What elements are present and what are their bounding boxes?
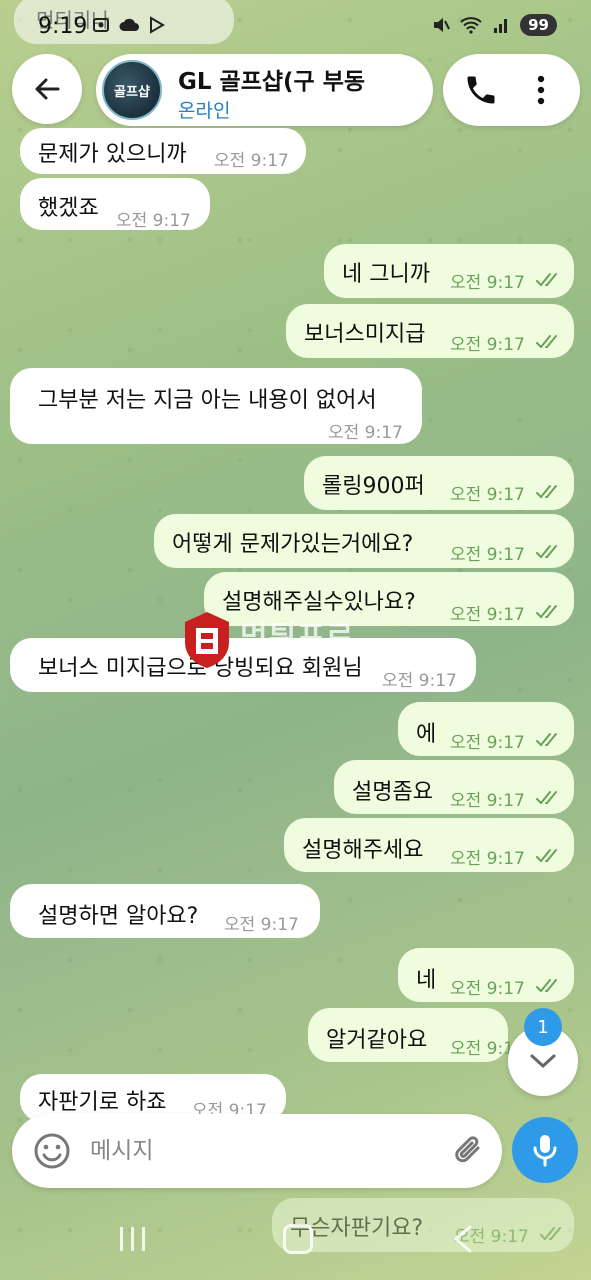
double-check-icon: [536, 335, 557, 349]
play-store-icon: [150, 16, 165, 34]
message-time: 오전 9:17: [224, 915, 299, 935]
double-check-icon: [536, 791, 557, 805]
incoming-message[interactable]: 그부분 저는 지금 아는 내용이 없어서오전 9:17: [10, 368, 422, 444]
message-time: 오전 9:1: [450, 1039, 515, 1059]
double-check-icon: [536, 273, 557, 287]
double-check-icon: [536, 733, 557, 747]
cloud-icon: [119, 18, 139, 31]
paperclip-icon[interactable]: [450, 1132, 488, 1170]
message-time: 오전 9:17: [450, 485, 525, 505]
message-time: 오전 9:17: [450, 605, 525, 625]
recent-apps-icon[interactable]: [116, 1224, 150, 1254]
chat-title: GL 골프샵(구 부동: [178, 69, 366, 95]
outgoing-message[interactable]: 네 오전 9:17: [398, 948, 574, 1002]
message-text: 롤링900퍼: [322, 474, 425, 499]
double-check-icon: [536, 979, 557, 993]
status-notification-icons: [92, 16, 166, 34]
double-check-icon: [536, 485, 557, 499]
message-composer: [12, 1114, 502, 1188]
outgoing-message[interactable]: 보너스미지급오전 9:17: [286, 304, 574, 358]
online-status: 온라인: [178, 100, 231, 122]
avatar[interactable]: 골프샵: [102, 60, 162, 120]
message-text: 네: [416, 968, 437, 993]
outgoing-message[interactable]: 설명좀요 오전 9:17: [334, 760, 574, 814]
message-time: 오전 9:17: [382, 671, 457, 691]
status-right-icons: 99: [432, 14, 557, 36]
wifi-icon: [460, 17, 482, 34]
incoming-message[interactable]: 설명하면 알아요? 오전 9:17: [10, 884, 320, 938]
message-time: 오전 9:17: [214, 151, 289, 171]
outgoing-message[interactable]: 롤링900퍼 오전 9:17: [304, 456, 574, 510]
outgoing-message[interactable]: 에 오전 9:17: [398, 702, 574, 756]
header-actions: [443, 54, 580, 126]
back-button[interactable]: [12, 54, 82, 124]
signal-icon: [494, 19, 508, 33]
message-text: 설명하면 알아요?: [38, 904, 199, 929]
message-text: 설명좀요: [352, 780, 433, 805]
message-time: 오전 9:17: [450, 849, 525, 869]
screenshot-icon: [93, 18, 109, 32]
message-time: 오전 9:17: [450, 733, 525, 753]
double-check-icon: [540, 1227, 561, 1241]
message-time: 오전 9:17: [450, 979, 525, 999]
double-check-icon: [536, 545, 557, 559]
microphone-icon: [533, 1135, 557, 1167]
message-text: 그부분 저는 지금 아는 내용이 없어서: [38, 388, 377, 413]
message-input[interactable]: [90, 1128, 420, 1174]
watermark-text: 먹튀프로: [240, 620, 355, 655]
outgoing-message[interactable]: 네 그니까 오전 9:17: [324, 244, 574, 298]
message-text: 자판기로 하죠: [38, 1090, 167, 1115]
message-time: 오전 9:17: [116, 211, 191, 231]
incoming-message[interactable]: 했겠죠오전 9:17: [20, 178, 210, 231]
unread-count-badge: 1: [524, 1008, 562, 1046]
more-vert-icon[interactable]: [529, 72, 553, 108]
status-time: 9:19: [38, 14, 88, 39]
incoming-message[interactable]: 문제가 있으니까 오전 9:17: [20, 128, 306, 174]
message-text: 했겠죠: [38, 196, 99, 221]
double-check-icon: [536, 605, 557, 619]
message-text: 알거같아요: [326, 1028, 428, 1053]
outgoing-message[interactable]: 알거같아요 오전 9:1: [308, 1008, 514, 1062]
home-button[interactable]: [283, 1224, 313, 1254]
message-time: 오전 9:17: [450, 545, 525, 565]
message-text: 어떻게 문제가있는거에요?: [172, 532, 414, 557]
message-time: 오전 9:17: [450, 335, 525, 355]
arrow-left-icon: [35, 78, 60, 100]
battery-badge: 99: [520, 14, 557, 36]
watermark-logo-icon: [185, 612, 229, 668]
message-text: 네 그니까: [342, 262, 430, 287]
message-time: 오전 9:17: [328, 423, 403, 443]
message-time: 오전 9:17: [450, 791, 525, 811]
mute-icon: [434, 18, 451, 32]
phone-icon[interactable]: [463, 72, 499, 108]
message-text: 보너스미지급: [304, 322, 426, 347]
outgoing-message[interactable]: 어떻게 문제가있는거에요? 오전 9:17: [154, 514, 574, 568]
outgoing-message[interactable]: 무슨자판기요? 오전 9:17: [272, 1198, 574, 1252]
chat-header[interactable]: 골프샵 GL 골프샵(구 부동 온라인: [96, 54, 433, 126]
emoji-icon[interactable]: [32, 1131, 72, 1171]
voice-record-button[interactable]: [512, 1117, 578, 1183]
double-check-icon: [536, 849, 557, 863]
message-text: 문제가 있으니까: [38, 142, 187, 167]
chevron-down-icon: [530, 1054, 556, 1069]
message-text: 에: [416, 722, 437, 747]
status-bar: 9:19 99: [0, 0, 591, 50]
outgoing-message[interactable]: 설명해주세요 오전 9:17: [284, 818, 574, 872]
message-text: 설명해주세요: [302, 838, 424, 863]
nav-back-icon[interactable]: [450, 1224, 476, 1254]
message-time: 오전 9:17: [450, 273, 525, 293]
